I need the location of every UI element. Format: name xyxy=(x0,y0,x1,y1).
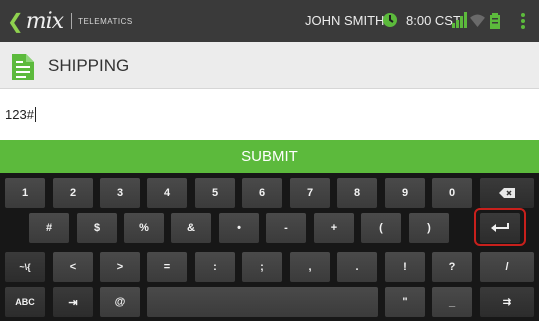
key-period[interactable]: . xyxy=(337,252,377,282)
key-0[interactable]: 0 xyxy=(432,178,472,208)
key-semicolon[interactable]: ; xyxy=(242,252,282,282)
page-title: SHIPPING xyxy=(48,56,130,75)
status-bar: ❮ mix TELEMATICS JOHN SMITH 8:00 CST xyxy=(0,0,539,42)
key-bullet[interactable]: • xyxy=(219,213,259,243)
key-5[interactable]: 5 xyxy=(195,178,235,208)
logo-subtitle: TELEMATICS xyxy=(78,16,133,26)
key-quote[interactable]: " xyxy=(385,287,425,317)
key-more-symbols[interactable]: ~\{ xyxy=(5,252,45,282)
key-close-paren[interactable]: ) xyxy=(409,213,449,243)
keyboard-settings-key[interactable]: ⇉ xyxy=(480,287,534,317)
key-dollar[interactable]: $ xyxy=(77,213,117,243)
key-at[interactable]: @ xyxy=(100,287,140,317)
key-6[interactable]: 6 xyxy=(242,178,282,208)
overflow-menu-icon[interactable] xyxy=(521,13,525,29)
submit-button[interactable]: SUBMIT xyxy=(0,140,539,173)
key-tab[interactable]: ⇥ xyxy=(53,287,93,317)
backspace-key[interactable] xyxy=(480,178,534,208)
battery-icon xyxy=(490,13,500,29)
input-value: 123# xyxy=(5,107,36,122)
enter-key-highlight xyxy=(474,208,526,246)
screen-header: SHIPPING xyxy=(0,42,539,89)
driver-name[interactable]: JOHN SMITH xyxy=(305,13,384,28)
key-greater-than[interactable]: > xyxy=(100,252,140,282)
clock-icon[interactable] xyxy=(382,12,398,28)
back-arrow-icon[interactable]: ❮ xyxy=(7,9,24,33)
key-9[interactable]: 9 xyxy=(385,178,425,208)
key-ampersand[interactable]: & xyxy=(171,213,211,243)
wifi-icon xyxy=(470,14,485,27)
key-hash[interactable]: # xyxy=(29,213,69,243)
key-8[interactable]: 8 xyxy=(337,178,377,208)
key-slash[interactable]: / xyxy=(480,252,534,282)
key-colon[interactable]: : xyxy=(195,252,235,282)
text-cursor xyxy=(34,107,36,122)
key-4[interactable]: 4 xyxy=(147,178,187,208)
logo-divider xyxy=(71,13,73,29)
key-comma[interactable]: , xyxy=(290,252,330,282)
key-2[interactable]: 2 xyxy=(53,178,93,208)
key-3[interactable]: 3 xyxy=(100,178,140,208)
key-exclamation[interactable]: ! xyxy=(385,252,425,282)
text-input[interactable]: 123# xyxy=(0,90,539,140)
logo-text: mix xyxy=(25,8,64,34)
key-1[interactable]: 1 xyxy=(5,178,45,208)
key-question[interactable]: ? xyxy=(432,252,472,282)
key-less-than[interactable]: < xyxy=(53,252,93,282)
key-equals[interactable]: = xyxy=(147,252,187,282)
key-abc[interactable]: ABC xyxy=(5,287,45,317)
mix-logo[interactable]: ❮ mix TELEMATICS xyxy=(7,6,133,36)
backspace-icon xyxy=(499,188,515,198)
key-open-paren[interactable]: ( xyxy=(361,213,401,243)
key-space[interactable] xyxy=(147,287,378,317)
key-percent[interactable]: % xyxy=(124,213,164,243)
document-icon xyxy=(12,54,34,80)
key-minus[interactable]: - xyxy=(266,213,306,243)
key-7[interactable]: 7 xyxy=(290,178,330,208)
key-underscore[interactable]: _ xyxy=(432,287,472,317)
signal-icon xyxy=(452,12,467,28)
key-plus[interactable]: + xyxy=(314,213,354,243)
